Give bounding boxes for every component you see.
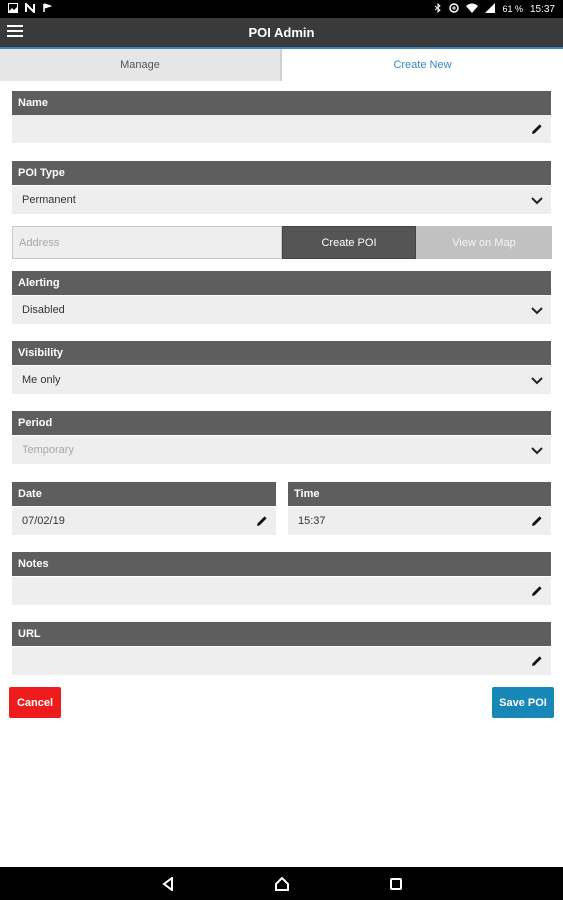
bluetooth-icon <box>434 2 442 16</box>
alerting-header: Alerting <box>12 271 551 295</box>
menu-icon[interactable] <box>7 25 23 39</box>
wifi-icon <box>466 3 479 16</box>
chevron-down-icon <box>531 307 543 315</box>
name-header: Name <box>12 91 551 115</box>
address-row: Address Create POI View on Map <box>12 226 552 259</box>
alerting-select[interactable]: Disabled <box>12 296 551 324</box>
system-icons: 61 % 15:37 <box>434 2 555 16</box>
save-poi-button[interactable]: Save POI <box>492 687 554 718</box>
pencil-icon[interactable] <box>531 515 543 527</box>
system-nav-bar <box>0 867 563 900</box>
visibility-header: Visibility <box>12 341 551 365</box>
n-icon <box>25 1 35 16</box>
flag-icon <box>42 2 53 16</box>
status-bar: 61 % 15:37 <box>0 0 563 18</box>
status-time: 15:37 <box>529 3 555 15</box>
home-icon[interactable] <box>273 875 291 893</box>
app-bar: POI Admin <box>0 18 563 47</box>
create-poi-button[interactable]: Create POI <box>282 226 416 259</box>
period-select[interactable]: Temporary <box>12 436 551 464</box>
visibility-select[interactable]: Me only <box>12 366 551 394</box>
tab-manage[interactable]: Manage <box>0 49 282 81</box>
cancel-button[interactable]: Cancel <box>9 687 61 718</box>
date-header: Date <box>12 482 276 506</box>
address-input[interactable]: Address <box>12 226 282 259</box>
period-header: Period <box>12 411 551 435</box>
signal-icon <box>485 2 496 16</box>
name-field[interactable] <box>12 115 551 143</box>
time-value: 15:37 <box>298 515 326 527</box>
visibility-value: Me only <box>22 374 61 386</box>
tab-bar: Manage Create New <box>0 49 563 81</box>
chevron-down-icon <box>531 447 543 455</box>
date-field[interactable]: 07/02/19 <box>12 507 276 535</box>
url-field[interactable] <box>12 647 551 675</box>
poi-type-header: POI Type <box>12 161 551 185</box>
data-saver-icon <box>449 2 460 16</box>
pencil-icon[interactable] <box>531 655 543 667</box>
alerting-value: Disabled <box>22 304 65 316</box>
pencil-icon[interactable] <box>531 123 543 135</box>
poi-type-value: Permanent <box>22 194 76 206</box>
date-value: 07/02/19 <box>22 515 65 527</box>
view-on-map-button[interactable]: View on Map <box>416 226 552 259</box>
pencil-icon[interactable] <box>531 585 543 597</box>
image-icon <box>8 2 18 16</box>
chevron-down-icon <box>531 377 543 385</box>
url-header: URL <box>12 622 551 646</box>
back-icon[interactable] <box>159 875 177 893</box>
recents-icon[interactable] <box>387 875 405 893</box>
time-field[interactable]: 15:37 <box>288 507 551 535</box>
notes-header: Notes <box>12 552 551 576</box>
battery-level: 61 % <box>502 4 523 14</box>
notes-field[interactable] <box>12 577 551 605</box>
time-header: Time <box>288 482 551 506</box>
period-value: Temporary <box>22 444 74 456</box>
pencil-icon[interactable] <box>256 515 268 527</box>
chevron-down-icon <box>531 197 543 205</box>
notification-icons <box>8 1 53 16</box>
page-title: POI Admin <box>248 25 315 40</box>
tab-create-new[interactable]: Create New <box>282 49 563 81</box>
poi-type-select[interactable]: Permanent <box>12 186 551 214</box>
